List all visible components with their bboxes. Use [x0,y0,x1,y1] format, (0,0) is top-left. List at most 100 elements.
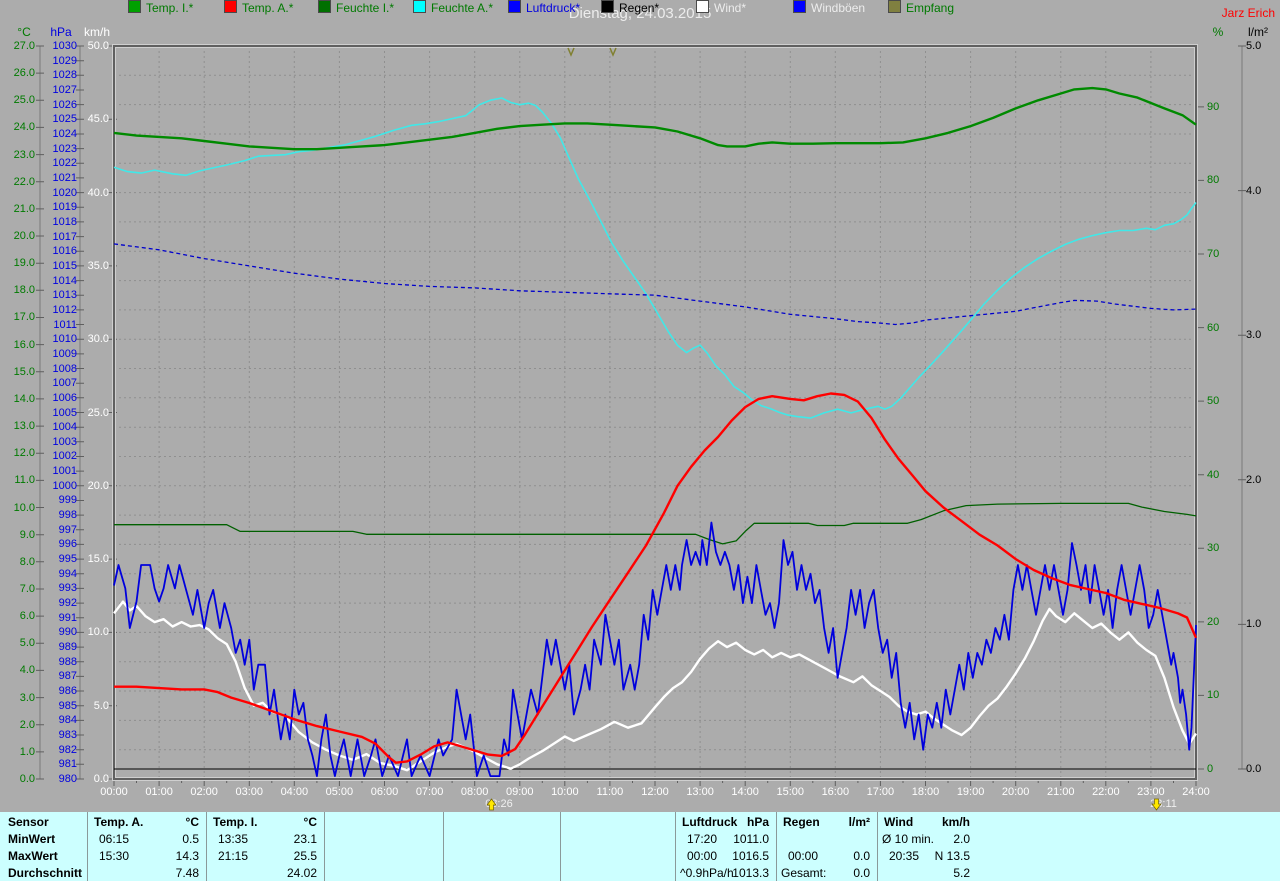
time-axis-tick-label: 14:00 [731,786,759,798]
wind-axis-tick-label: 0.0 [93,773,109,785]
temp-axis-tick-label: 19.0 [13,257,35,270]
pressure-axis-tick-label: 1027 [52,83,77,96]
pressure-axis-tick-label: 995 [58,553,77,566]
temp-axis-tick-label: 17.0 [13,311,35,324]
pressure-axis-tick-label: 1021 [52,171,77,184]
wind-axis-tick-label: 40.0 [87,186,109,199]
pressure-axis-tick-label: 1012 [52,303,77,316]
humidity-axis-tick-label: 0 [1207,763,1214,775]
table-divider [443,812,444,881]
table-divider [87,812,88,881]
table-cell-value: 0.0 [853,866,870,880]
table-divider [206,812,207,881]
time-axis-tick-label: 05:00 [325,786,354,798]
table-section-unit: hPa [746,815,769,829]
pressure-axis-tick-label: 994 [58,567,77,580]
pressure-axis-tick-label: 1028 [52,69,77,82]
temp-axis-tick-label: 12.0 [13,447,35,460]
table-cell-value: 25.5 [293,849,317,863]
wind-axis-tick-label: 35.0 [87,259,109,272]
table-cell-value: 0.0 [853,849,870,863]
pressure-axis-tick-label: 1025 [52,113,77,126]
time-axis-tick-label: 16:00 [821,786,850,798]
time-axis-tick-label: 22:00 [1092,786,1120,798]
wind-axis-tick-label: 15.0 [87,553,109,566]
time-axis-tick-label: 00:00 [100,786,128,798]
table-cell-value: N 13.5 [934,849,970,863]
rain-axis-tick-label: 4.0 [1246,184,1262,197]
pressure-axis-tick-label: 982 [58,743,77,756]
pressure-axis-tick-label: 981 [58,758,77,771]
temp-axis-tick-label: 27.0 [13,40,35,52]
table-divider [675,812,676,881]
rain-axis-tick-label: 2.0 [1246,473,1262,486]
table-row-header: Durchschnitt [8,866,83,880]
pressure-axis-tick-label: 1018 [52,215,77,228]
wind-axis-tick-label: 30.0 [87,333,109,346]
time-axis-tick-label: 24:00 [1182,786,1210,798]
moonrise-icon [486,798,497,811]
temp-axis-tick-label: 0.0 [19,773,35,785]
table-cell-value: 1011.0 [733,832,769,846]
wind-axis-tick-label: 25.0 [87,406,109,419]
temp-axis-tick-label: 8.0 [19,555,35,568]
time-axis-tick-label: 03:00 [235,786,264,798]
table-row-header: Sensor [8,815,49,829]
temp-axis-tick-label: 3.0 [19,691,35,704]
pressure-axis-tick-label: 988 [58,655,77,668]
table-section-unit: l/m² [848,815,870,829]
temp-axis-tick-label: 21.0 [13,202,35,215]
pressure-axis-tick-label: 996 [58,538,77,551]
pressure-axis-tick-label: 1008 [52,362,77,375]
temp-axis-tick-label: 15.0 [13,365,35,378]
pressure-axis-tick-label: 1030 [52,40,77,52]
temp-axis-tick-label: 5.0 [19,637,35,650]
humidity-axis-tick-label: 10 [1207,689,1220,702]
table-cell-value: 7.48 [175,866,199,880]
pressure-axis-tick-label: 1006 [52,391,77,404]
pressure-axis-tick-label: 992 [58,597,77,610]
wind-axis-tick-label: 5.0 [93,699,109,712]
pressure-axis-tick-label: 1020 [52,186,77,199]
table-row-header: MaxWert [8,849,58,863]
pressure-axis-tick-label: 1001 [52,465,77,478]
table-cell-value: 2.0 [953,832,970,846]
humidity-axis-tick-label: 40 [1207,468,1220,481]
pressure-axis-tick-label: 983 [58,729,77,742]
pressure-axis-tick-label: 990 [58,626,77,639]
table-cell-value: 0.5 [182,832,199,846]
temp-axis-tick-label: 6.0 [19,610,35,623]
time-axis-tick-label: 13:00 [686,786,714,798]
pressure-axis-tick-label: 1017 [52,230,77,243]
pressure-axis-tick-label: 1023 [52,142,77,155]
rain-axis-tick-label: 0.0 [1246,763,1262,775]
table-section-unit: km/h [941,815,970,829]
pressure-axis-tick-label: 1004 [52,421,77,434]
pressure-axis-tick-label: 1007 [52,377,77,390]
pressure-axis-tick-label: 991 [58,611,77,624]
pressure-axis-tick-label: 1005 [52,406,77,419]
pressure-axis-tick-label: 1015 [52,259,77,272]
pressure-axis-tick-label: 989 [58,641,77,654]
table-divider [776,812,777,881]
pressure-axis-tick-label: 1000 [52,479,77,492]
temp-axis-tick-label: 7.0 [19,582,35,595]
humidity-axis-tick-label: 20 [1207,615,1220,628]
plot-area[interactable] [114,46,1196,779]
pressure-axis-tick-label: 997 [58,523,77,536]
rain-axis-tick-label: 3.0 [1246,329,1262,342]
temp-axis-tick-label: 23.0 [13,148,35,161]
humidity-axis-tick-label: 70 [1207,248,1220,260]
time-axis-tick-label: 01:00 [145,786,173,798]
time-marker-morning: 08:26 [485,798,513,811]
pressure-axis-tick-label: 1022 [52,157,77,170]
pressure-axis-tick-label: 1003 [52,435,77,448]
temp-axis-tick-label: 14.0 [13,392,35,405]
pressure-axis-tick-label: 1009 [52,347,77,360]
pressure-axis-tick-label: 993 [58,582,77,595]
humidity-axis-tick-label: 30 [1207,542,1220,555]
pressure-axis-tick-label: 986 [58,685,77,698]
table-cell-value: 5.2 [953,866,970,880]
temp-axis-tick-label: 24.0 [13,121,35,134]
table-divider [324,812,325,881]
